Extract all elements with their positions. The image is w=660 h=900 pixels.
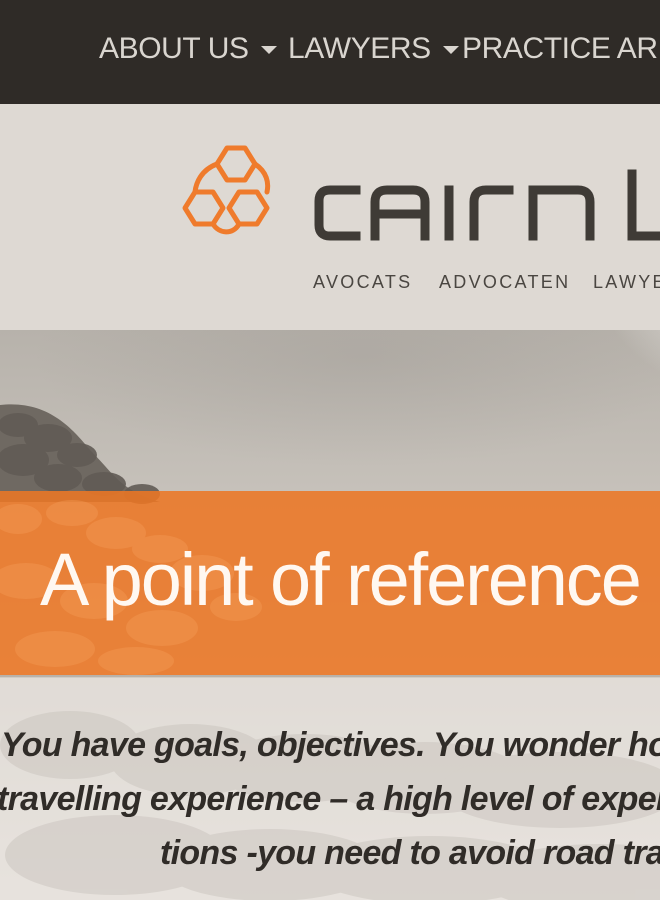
tag-avocats: AVOCATS [313,272,413,292]
nav-about-us-label: ABOUT US [99,32,249,65]
headline-banner: A point of reference c [0,491,660,675]
tag-advocaten: ADVOCATEN [439,272,571,292]
nav-practice-areas[interactable]: PRACTICE AREA [462,28,660,70]
nav-practice-areas-label: PRACTICE AREA [462,32,660,65]
tag-lawyers: LAWYE [593,272,660,292]
intro-line-3: tions -you need to avoid road trap [160,834,660,872]
intro-line-1: You have goals, objectives. You wonder h… [1,726,660,764]
hero-title: A point of reference c [40,538,660,621]
web-page: ABOUT US LAWYERS PRACTICE AREA [0,0,660,900]
hero-section: A point of reference c You have goals, o… [0,330,660,900]
brand-header: AVOCATS ADVOCATEN LAWYE [0,104,660,330]
chevron-down-icon [442,46,459,54]
firm-language-tags: AVOCATS ADVOCATEN LAWYE [313,272,660,298]
nav-about-us[interactable]: ABOUT US [99,28,277,70]
nav-lawyers[interactable]: LAWYERS [288,28,459,70]
intro-line-2: travelling experience – a high level of … [0,780,660,818]
banner-divider [0,675,660,677]
chevron-down-icon [260,46,277,54]
hero-intro-text: You have goals, objectives. You wonder h… [0,718,660,888]
top-navigation: ABOUT US LAWYERS PRACTICE AREA [0,0,660,104]
cairn-logo-icon [182,145,271,235]
nav-lawyers-label: LAWYERS [288,32,431,65]
cairn-logo-wordmark [314,169,660,241]
